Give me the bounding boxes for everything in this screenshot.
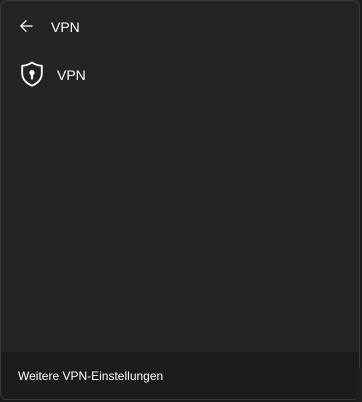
back-button[interactable] <box>11 11 41 41</box>
arrow-left-icon <box>20 20 33 32</box>
vpn-flyout-panel: VPN VPN Weitere VPN-Einstellungen <box>0 0 360 400</box>
flyout-header: VPN <box>1 1 359 53</box>
page-title: VPN <box>51 19 80 35</box>
more-vpn-settings-link[interactable]: Weitere VPN-Einstellungen <box>18 368 163 384</box>
flyout-footer: Weitere VPN-Einstellungen <box>1 352 359 399</box>
desktop-edge <box>356 368 362 402</box>
shield-lock-icon <box>21 61 43 87</box>
vpn-connection-item[interactable]: VPN <box>9 55 353 93</box>
vpn-connection-label: VPN <box>57 67 86 83</box>
